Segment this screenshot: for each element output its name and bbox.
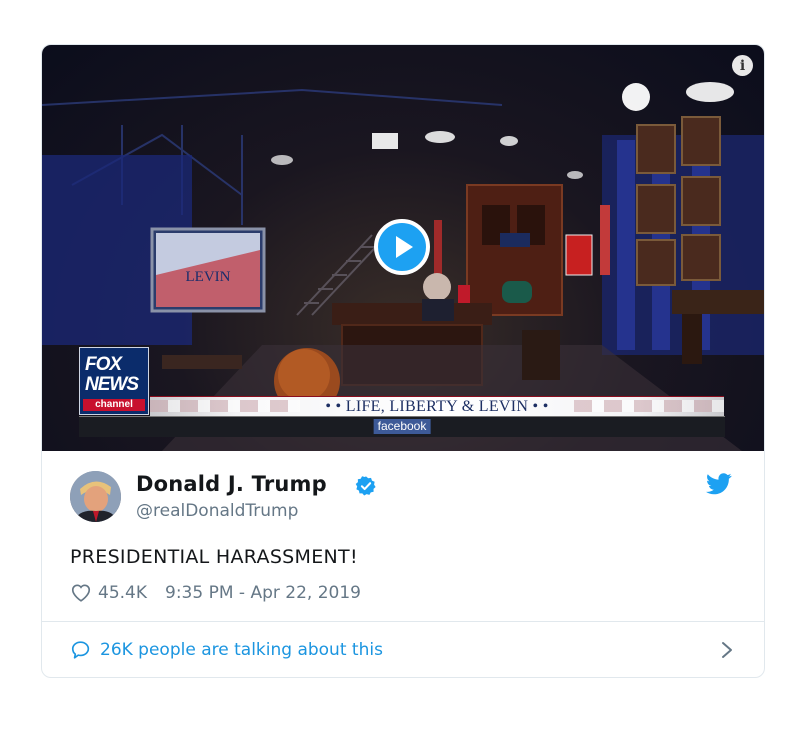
info-icon[interactable]: i	[732, 55, 753, 76]
play-button[interactable]	[374, 219, 430, 275]
play-icon	[396, 236, 413, 258]
svg-text:LEVIN: LEVIN	[186, 269, 231, 285]
video-player[interactable]: LEVIN i FOX NEWS channel • • LIFE, LIBER…	[42, 45, 764, 451]
author-name[interactable]: Donald J. Trump	[136, 472, 327, 496]
reply-bubble-icon	[71, 641, 90, 659]
network-logo-line2: NEWS	[85, 374, 139, 395]
network-logo-line3: channel	[83, 399, 145, 411]
tweet-text: PRESIDENTIAL HARASSMENT!	[70, 546, 358, 568]
conversation-label: 26K people are talking about this	[100, 640, 383, 660]
chevron-right-icon	[722, 642, 732, 658]
avatar[interactable]	[70, 471, 121, 522]
like-count[interactable]: 45.4K	[98, 583, 147, 603]
show-title: • • LIFE, LIBERTY & LEVIN • •	[325, 398, 549, 415]
avatar-photo	[70, 471, 121, 522]
divider	[41, 621, 765, 622]
author-handle[interactable]: @realDonaldTrump	[136, 501, 298, 521]
network-logo-line1: FOX	[85, 354, 122, 375]
tweet-meta: 45.4K 9:35 PM - Apr 22, 2019	[70, 581, 361, 605]
ticker-badge: facebook	[373, 419, 431, 434]
conversation-link[interactable]: 26K people are talking about this	[70, 636, 734, 664]
verified-badge-icon	[355, 476, 376, 496]
tweet-timestamp[interactable]: 9:35 PM - Apr 22, 2019	[165, 583, 361, 603]
heart-icon[interactable]	[70, 582, 92, 604]
twitter-bird-icon[interactable]	[706, 473, 732, 495]
ticker-bar: facebook	[79, 416, 725, 437]
lower-third-banner: • • LIFE, LIBERTY & LEVIN • •	[150, 396, 724, 416]
author-row: Donald J. Trump @realDonaldTrump	[70, 471, 770, 531]
network-logo: FOX NEWS channel	[79, 347, 149, 415]
